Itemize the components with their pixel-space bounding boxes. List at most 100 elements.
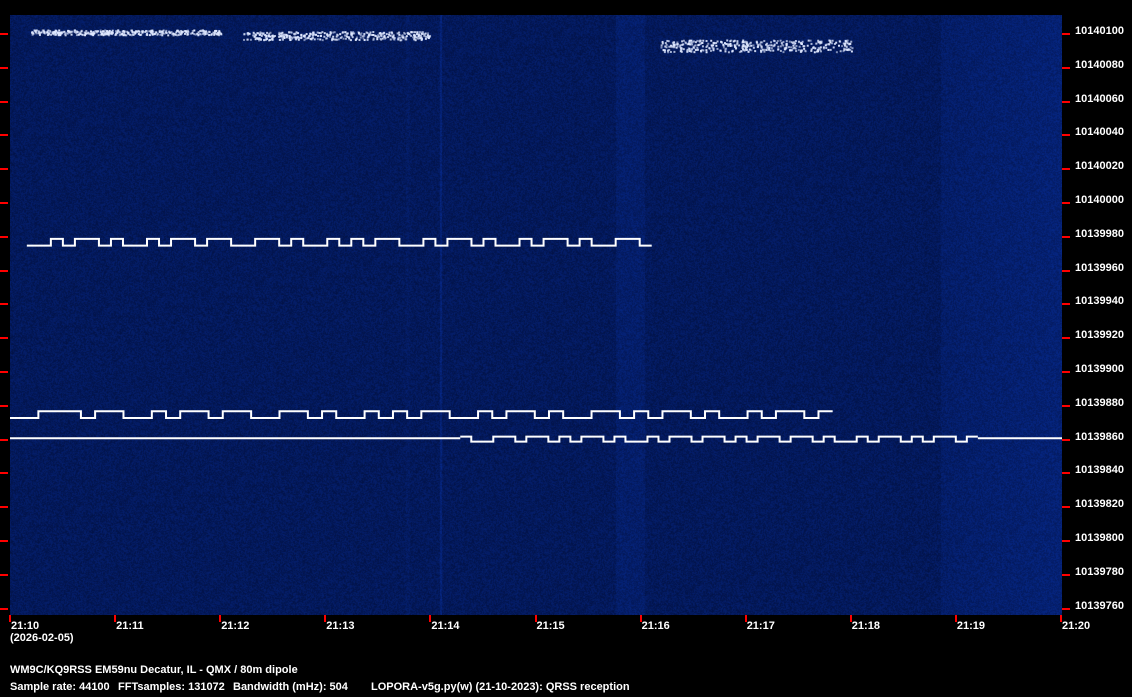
signal-blob-dot — [427, 36, 430, 39]
signal-blob-dot — [274, 34, 277, 37]
signal-blob-dot — [710, 39, 713, 42]
signal-blob-dot — [208, 30, 211, 33]
signal-blob-dot — [705, 49, 708, 52]
signal-blob-dot — [339, 33, 342, 36]
signal-blob-dot — [731, 49, 734, 52]
signal-blob-dot — [819, 48, 822, 51]
signal-blob-dot — [770, 47, 773, 50]
signal-blob-dot — [180, 32, 183, 35]
signal-blob-dot — [89, 32, 92, 35]
signal-blob-dot — [55, 30, 58, 33]
signal-blob-dot — [849, 48, 852, 51]
signal-blob-dot — [288, 37, 291, 40]
signal-blob-dot — [287, 31, 290, 34]
signal-blob-dot — [359, 36, 362, 39]
signal-blob-dot — [712, 49, 715, 52]
signal-blob-dot — [325, 37, 328, 40]
signal-blob-dot — [832, 46, 835, 49]
signal-blob-dot — [155, 31, 158, 34]
signal-blob-dot — [337, 38, 340, 41]
signal-blob-dot — [243, 33, 246, 36]
signal-blob-dot — [344, 31, 347, 34]
signal-blob-dot — [696, 39, 699, 42]
signal-blob-dot — [383, 31, 386, 34]
sample-rate: Sample rate: 44100 — [10, 681, 110, 693]
signal-blob-dot — [768, 47, 771, 50]
signal-blob-dot — [202, 32, 205, 35]
signal-blob-dot — [760, 46, 763, 49]
signal-blob-dot — [385, 33, 388, 36]
signal-blob-dot — [763, 39, 766, 42]
signal-blob-dot — [41, 29, 44, 32]
signal-blob-dot — [765, 49, 768, 52]
signal-blob-dot — [360, 32, 363, 35]
signal-blob-dot — [341, 31, 344, 34]
signal-blob-dot — [414, 39, 417, 42]
y-tick — [0, 33, 8, 35]
y-tick — [1062, 100, 1070, 103]
signal-blob-dot — [323, 35, 326, 38]
y-tick-label: 10139980 — [1075, 227, 1124, 240]
signal-blob-dot — [156, 33, 159, 36]
y-tick — [0, 66, 8, 69]
signal-blob-dot — [410, 34, 413, 37]
signal-blob-dot — [318, 31, 321, 34]
signal-blob-dot — [760, 50, 763, 53]
signal-blob-dot — [249, 38, 252, 41]
signal-blob-dot — [754, 50, 757, 53]
signal-blob-dot — [750, 49, 753, 52]
signal-blob-dot — [91, 32, 94, 35]
signal-blob-dot — [99, 30, 102, 33]
signal-blob-dot — [838, 44, 841, 47]
signal-blob-dot — [720, 40, 723, 43]
signal-blob-dot — [680, 49, 683, 52]
signal-blob-dot — [372, 31, 375, 34]
signal-blob-dot — [167, 34, 170, 37]
signal-blob-dot — [348, 38, 351, 41]
signal-blob-dot — [765, 43, 768, 46]
signal-blob-dot — [47, 29, 50, 32]
signal-blob-dot — [351, 32, 354, 35]
signal-blob-dot — [712, 47, 715, 50]
signal-blob-dot — [800, 42, 803, 45]
signal-blob-dot — [705, 40, 708, 43]
signal-blob-dot — [788, 40, 791, 43]
signal-blob-dot — [290, 31, 293, 34]
signal-blob-dot — [744, 45, 747, 48]
signal-blob-dot — [729, 42, 732, 45]
signal-blob-dot — [63, 30, 66, 33]
signal-blob-dot — [203, 31, 206, 34]
signal-blob-dot — [844, 42, 847, 45]
signal-blob-dot — [810, 42, 813, 45]
signal-blob-dot — [792, 44, 795, 47]
signal-blob-dot — [681, 40, 684, 43]
y-tick — [0, 472, 8, 475]
signal-blob-dot — [769, 49, 772, 52]
signal-blob-dot — [118, 34, 121, 37]
signal-blob-dot — [319, 38, 322, 41]
signal-blob-dot — [709, 49, 712, 52]
signal-blob-dot — [82, 34, 85, 37]
signal-blob-dot — [407, 32, 410, 35]
signal-blob-dot — [422, 33, 425, 36]
signal-blob-dot — [256, 32, 259, 35]
y-tick-label: 10139800 — [1075, 532, 1124, 544]
signal-blob-dot — [803, 45, 806, 48]
signal-blob-dot — [371, 33, 374, 36]
signal-blob-dot — [410, 31, 413, 34]
y-tick — [1062, 269, 1070, 272]
signal-blob-dot — [687, 47, 690, 50]
signal-blob-dot — [756, 46, 759, 49]
signal-blob-dot — [108, 29, 111, 32]
signal-blob-dot — [706, 44, 709, 47]
signal-blob-dot — [680, 46, 683, 49]
signal-blob-dot — [701, 45, 704, 48]
signal-blob-dot — [102, 30, 105, 33]
signal-blob-dot — [342, 37, 345, 40]
signal-blob-dot — [58, 29, 61, 32]
signal-blob-dot — [331, 37, 334, 40]
signal-blob-dot — [770, 44, 773, 47]
signal-blob-dot — [722, 46, 725, 49]
signal-blob-dot — [193, 29, 196, 32]
signal-blob-dot — [248, 32, 251, 35]
